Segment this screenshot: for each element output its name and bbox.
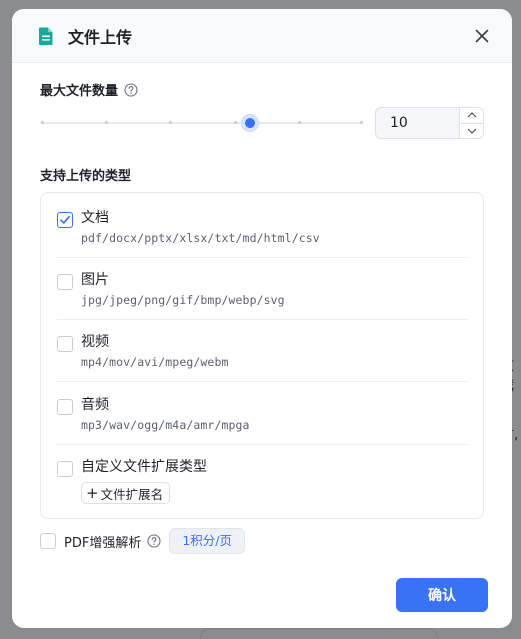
type-name: 音频	[81, 397, 109, 413]
supported-types-list: 文档 pdf/docx/pptx/xlsx/txt/md/html/csv 图片…	[40, 192, 484, 519]
max-files-label: 最大文件数量	[40, 80, 138, 99]
slider-tick	[298, 121, 301, 124]
type-name: 文档	[81, 210, 109, 226]
slider-tick	[41, 121, 44, 124]
list-item[interactable]: 音频 mp3/wav/ogg/m4a/amr/mpga	[57, 390, 469, 445]
question-circle-icon[interactable]	[124, 82, 138, 97]
type-extensions: mp3/wav/ogg/m4a/amr/mpga	[81, 418, 250, 432]
stepper-buttons	[459, 108, 483, 138]
supported-types-label: 支持上传的类型	[40, 169, 132, 184]
slider-tick	[105, 121, 108, 124]
slider-thumb[interactable]	[242, 115, 258, 131]
list-item[interactable]: 文档 pdf/docx/pptx/xlsx/txt/md/html/csv	[57, 203, 469, 258]
chevron-up-icon	[467, 112, 476, 118]
add-extension-label: 文件扩展名	[100, 486, 164, 502]
type-name: 自定义文件扩展类型	[81, 459, 207, 475]
backdrop-card	[200, 628, 438, 639]
document-icon	[36, 26, 56, 46]
pdf-enhance-option: PDF增强解析 1积分/页	[40, 528, 245, 554]
slider-track	[41, 122, 363, 124]
images-checkbox[interactable]	[57, 274, 73, 290]
credit-cost-badge: 1积分/页	[169, 528, 245, 554]
close-icon	[475, 29, 489, 42]
type-name: 视频	[81, 334, 109, 350]
slider-tick	[234, 121, 237, 124]
video-checkbox[interactable]	[57, 336, 73, 352]
check-icon	[60, 215, 70, 224]
max-files-stepper[interactable]: 10	[375, 107, 484, 139]
stepper-value[interactable]: 10	[376, 108, 459, 138]
add-extension-button[interactable]: + 文件扩展名	[81, 482, 171, 504]
custom-extension-checkbox[interactable]	[57, 461, 73, 477]
documents-checkbox[interactable]	[57, 212, 73, 228]
type-extensions: mp4/mov/avi/mpeg/webm	[81, 355, 229, 369]
pdf-enhance-checkbox[interactable]	[40, 533, 56, 549]
close-button[interactable]	[468, 22, 496, 50]
type-name: 图片	[81, 272, 109, 288]
question-circle-icon[interactable]	[147, 534, 161, 548]
file-upload-dialog: 文件上传 最大文件数量 10 支持上传的类型 文档 pdf/docx/pptx/…	[12, 9, 512, 628]
decrement-button[interactable]	[460, 122, 483, 139]
type-extensions: pdf/docx/pptx/xlsx/txt/md/html/csv	[81, 231, 320, 245]
pdf-enhance-label: PDF增强解析	[64, 535, 142, 551]
audio-checkbox[interactable]	[57, 399, 73, 415]
type-extensions: jpg/jpeg/png/gif/bmp/webp/svg	[81, 293, 285, 307]
slider-tick	[169, 121, 172, 124]
list-item[interactable]: 图片 jpg/jpeg/png/gif/bmp/webp/svg	[57, 265, 469, 320]
list-item[interactable]: 自定义文件扩展类型 + 文件扩展名	[57, 452, 469, 512]
plus-icon: +	[86, 483, 99, 502]
max-files-label-text: 最大文件数量	[40, 84, 119, 99]
max-files-slider[interactable]	[41, 113, 363, 133]
confirm-button[interactable]: 确认	[396, 578, 488, 612]
chevron-down-icon	[467, 128, 476, 134]
dialog-title: 文件上传	[68, 27, 133, 47]
increment-button[interactable]	[460, 108, 483, 123]
dialog-header: 文件上传	[12, 9, 512, 63]
slider-tick	[360, 121, 363, 124]
list-item[interactable]: 视频 mp4/mov/avi/mpeg/webm	[57, 327, 469, 382]
